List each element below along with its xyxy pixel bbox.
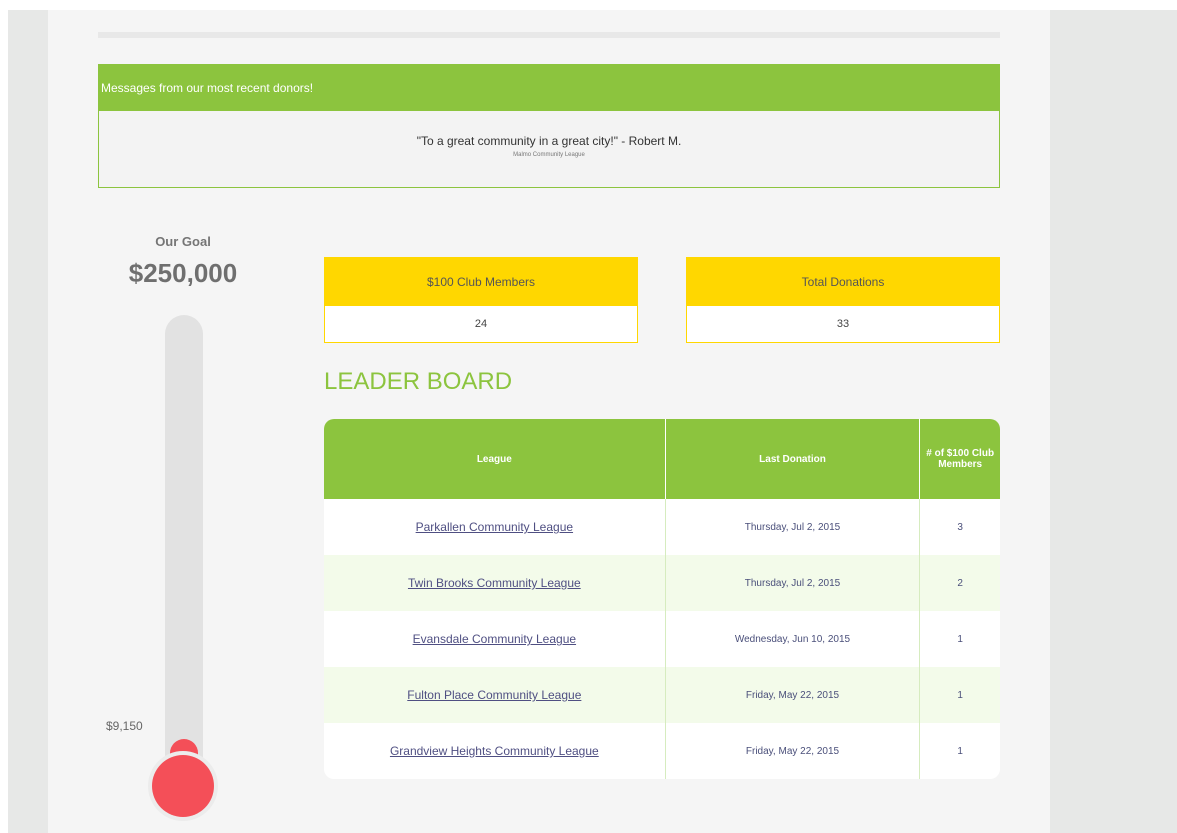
members-cell: 1 [919,667,1000,723]
table-row: Grandview Heights Community League Frida… [324,723,1000,779]
last-donation-cell: Thursday, Jul 2, 2015 [665,499,921,555]
donor-messages-header: Messages from our most recent donors! [99,65,999,111]
league-link[interactable]: Twin Brooks Community League [408,576,581,590]
raised-amount: $9,150 [106,719,143,733]
club-members-stat: $100 Club Members 24 [324,257,638,343]
total-donations-value: 33 [836,318,850,330]
table-row: Parkallen Community League Thursday, Jul… [324,499,1000,555]
last-donation-cell: Friday, May 22, 2015 [665,667,921,723]
table-row: Evansdale Community League Wednesday, Ju… [324,611,1000,667]
donor-league: Malmo Community League [513,152,585,158]
league-cell: Grandview Heights Community League [324,723,666,779]
table-row: Fulton Place Community League Friday, Ma… [324,667,1000,723]
club-members-value: 24 [474,318,488,330]
donor-quote: "To a great community in a great city!" … [416,134,682,148]
members-cell: 1 [957,633,963,645]
thermometer-bulb [152,755,214,817]
column-header-last-donation: Last Donation [665,419,921,499]
league-cell: Parkallen Community League [324,499,666,555]
table-row: Twin Brooks Community League Thursday, J… [324,555,1000,611]
leaderboard-header-row: League Last Donation # of $100 Club Memb… [324,419,1000,499]
total-donations-stat: Total Donations 33 [686,257,1000,343]
members-cell: 1 [957,745,963,757]
leaderboard-title: LEADER BOARD [324,368,513,395]
column-header-members: # of $100 Club Members [919,419,1000,499]
league-link[interactable]: Fulton Place Community League [407,688,581,702]
league-cell: Twin Brooks Community League [324,555,666,611]
league-link[interactable]: Evansdale Community League [413,632,576,646]
last-donation-cell: Wednesday, Jun 10, 2015 [665,611,921,667]
total-donations-label: Total Donations [687,258,999,306]
thermometer-tube [165,315,203,785]
league-cell: Fulton Place Community League [324,667,666,723]
donor-messages-panel: Messages from our most recent donors! "T… [98,64,1000,188]
top-divider [98,32,1000,38]
leaderboard-table: League Last Donation # of $100 Club Memb… [324,419,1000,779]
league-cell: Evansdale Community League [324,611,666,667]
members-cell: 2 [919,555,1000,611]
members-cell: 3 [957,521,963,533]
league-link[interactable]: Grandview Heights Community League [390,744,599,758]
goal-label: Our Goal [155,234,211,249]
column-header-league: League [324,419,666,499]
last-donation-cell: Friday, May 22, 2015 [665,723,921,779]
last-donation-cell: Thursday, Jul 2, 2015 [665,555,921,611]
goal-amount: $250,000 [128,258,238,288]
league-link[interactable]: Parkallen Community League [416,520,573,534]
main-content: Messages from our most recent donors! "T… [48,10,1050,833]
club-members-label: $100 Club Members [325,258,637,306]
